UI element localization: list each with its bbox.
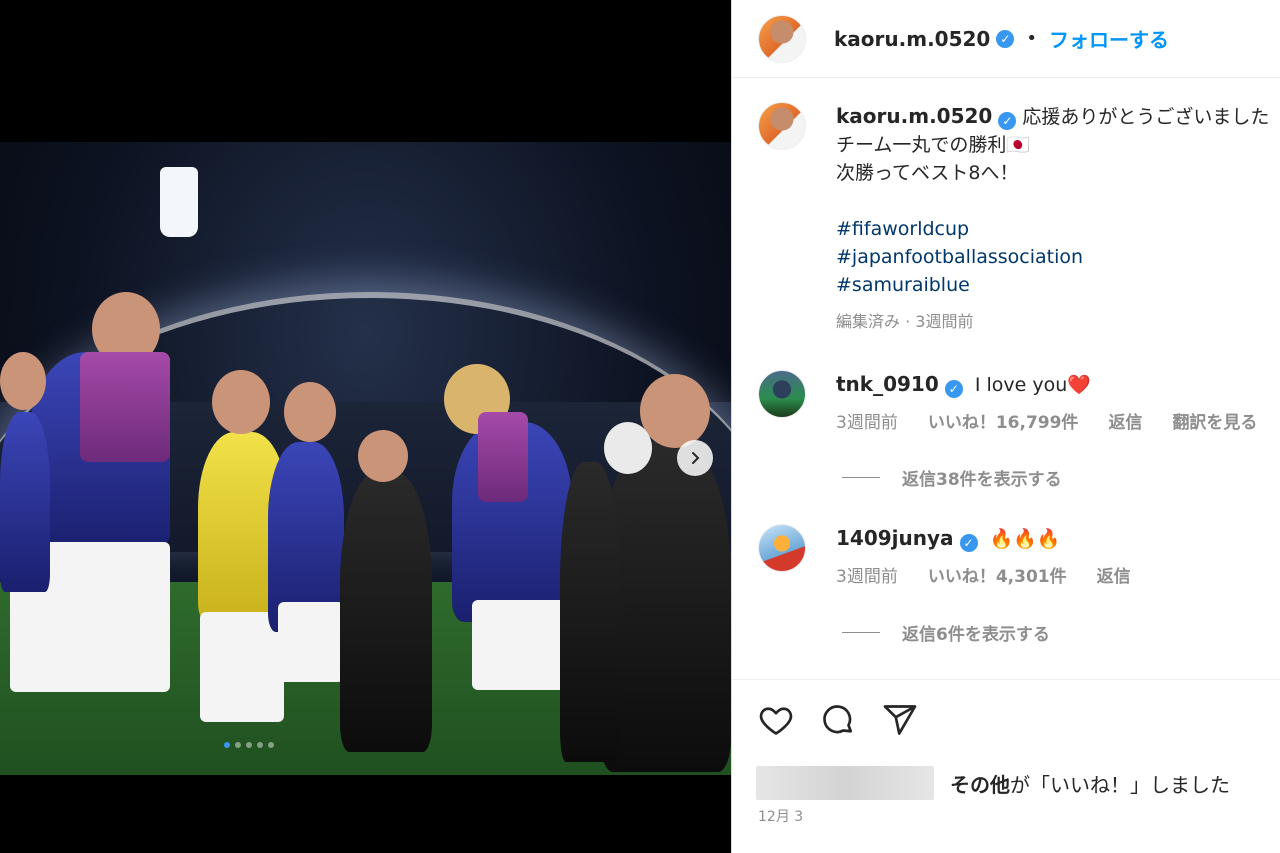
caption: kaoru.m.0520 ✓ 応援ありがとうございました チーム一丸での勝利🇯🇵 …: [758, 102, 1280, 333]
comment-likes[interactable]: いいね！4,301件: [928, 563, 1067, 591]
avatar[interactable]: [758, 524, 806, 572]
player-head: [212, 370, 270, 434]
carousel-dot: [224, 742, 230, 748]
comment-button[interactable]: [820, 702, 856, 738]
heart-icon: [759, 707, 793, 735]
separator-dot: •: [1026, 28, 1037, 49]
comment-time[interactable]: 3週間前: [836, 563, 898, 591]
likes-summary: その他が「いいね！」しました: [756, 766, 1230, 800]
caption-text: 次勝ってベスト8へ！: [836, 162, 1019, 184]
chevron-right-icon: [692, 452, 700, 464]
translate-button[interactable]: 翻訳を見る: [1172, 409, 1257, 437]
view-replies-button[interactable]: 返信6件を表示する: [842, 620, 1050, 645]
share-icon: [883, 705, 917, 735]
comment-text: 🔥🔥🔥: [989, 528, 1061, 550]
verified-badge-icon: ✓: [944, 380, 963, 398]
carousel-dot: [268, 742, 274, 748]
reply-button[interactable]: 返信: [1097, 563, 1131, 591]
caption-body: kaoru.m.0520 ✓ 応援ありがとうございました チーム一丸での勝利🇯🇵 …: [836, 102, 1269, 333]
hashtag-link[interactable]: #fifaworldcup: [836, 215, 1269, 243]
likes-suffix: が「いいね！」しました: [1010, 772, 1230, 797]
post-header: kaoru.m.0520 ✓ • フォローする: [732, 0, 1280, 78]
comment-body: tnk_0910 ✓ I love you❤️ 3週間前 いいね！16,799件 …: [836, 370, 1257, 437]
comment-body: 1409junya ✓ 🔥🔥🔥 3週間前 いいね！4,301件 返信: [836, 524, 1131, 591]
player-shorts: [278, 602, 344, 682]
comment-username[interactable]: 1409junya: [836, 526, 954, 550]
divider: [842, 632, 880, 633]
caption-text: 応援ありがとうございました: [1022, 106, 1270, 128]
verified-badge-icon: ✓: [959, 534, 978, 552]
staff-head: [604, 422, 652, 474]
caption-text: チーム一丸での勝利🇯🇵: [836, 134, 1031, 156]
carousel-dot: [235, 742, 241, 748]
comment-time[interactable]: 3週間前: [836, 409, 898, 437]
blurred-names: [756, 766, 934, 800]
view-replies-label: 返信38件を表示する: [902, 470, 1062, 490]
comment-meta: 3週間前 いいね！16,799件 返信 翻訳を見る: [836, 409, 1257, 437]
likes-others-link[interactable]: その他: [950, 773, 1010, 797]
avatar[interactable]: [758, 102, 806, 150]
post-media: [0, 0, 731, 853]
caption-meta: 編集済み · 3週間前: [836, 312, 974, 331]
verified-badge-icon: ✓: [998, 112, 1017, 130]
staff-member: [560, 462, 620, 762]
avatar[interactable]: [758, 14, 806, 63]
staff-member: [340, 472, 432, 752]
comment-username[interactable]: tnk_0910: [836, 372, 939, 396]
divider: [842, 477, 880, 478]
post-actions: その他が「いいね！」しました 12月 3: [732, 679, 1280, 853]
comment-likes[interactable]: いいね！16,799件: [928, 409, 1079, 437]
towel: [80, 352, 170, 462]
hashtag-link[interactable]: #samuraiblue: [836, 271, 1269, 299]
post-date[interactable]: 12月 3: [758, 806, 803, 826]
post-photo[interactable]: [0, 142, 731, 775]
reply-button[interactable]: 返信: [1108, 409, 1142, 437]
player-head: [284, 382, 336, 442]
comment-meta: 3週間前 いいね！4,301件 返信: [836, 563, 1131, 591]
action-bar: [758, 702, 918, 738]
view-replies-button[interactable]: 返信38件を表示する: [842, 465, 1062, 490]
likes-text: その他が「いいね！」しました: [950, 769, 1230, 798]
carousel-next-button[interactable]: [677, 440, 713, 476]
caption-username[interactable]: kaoru.m.0520: [836, 104, 992, 128]
share-button[interactable]: [882, 702, 918, 738]
comment-icon: [823, 705, 853, 734]
comment: tnk_0910 ✓ I love you❤️ 3週間前 いいね！16,799件 …: [758, 370, 1280, 437]
comment: 1409junya ✓ 🔥🔥🔥 3週間前 いいね！4,301件 返信: [758, 524, 1280, 591]
follow-button[interactable]: フォローする: [1049, 24, 1169, 53]
header-username[interactable]: kaoru.m.0520: [834, 27, 990, 51]
carousel-dot: [257, 742, 263, 748]
avatar[interactable]: [758, 370, 806, 418]
player-head: [0, 352, 46, 410]
carousel-indicator: [224, 742, 274, 748]
post-side-panel: kaoru.m.0520 ✓ • フォローする kaoru.m.0520 ✓ 応援…: [731, 0, 1280, 853]
comment-text: I love you❤️: [974, 374, 1091, 396]
view-replies-label: 返信6件を表示する: [902, 625, 1050, 645]
staff-head: [640, 374, 710, 448]
verified-badge-icon: ✓: [996, 29, 1015, 48]
player: [0, 412, 50, 592]
carousel-dot: [246, 742, 252, 748]
staff-head: [358, 430, 408, 482]
water-bottle: [160, 167, 198, 237]
hashtag-link[interactable]: #japanfootballassociation: [836, 243, 1269, 271]
towel: [478, 412, 528, 502]
like-button[interactable]: [758, 702, 794, 738]
